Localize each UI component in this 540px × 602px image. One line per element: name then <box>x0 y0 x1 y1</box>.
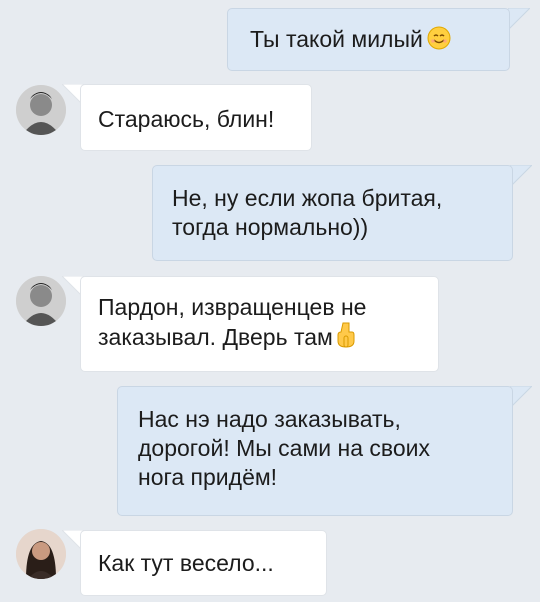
message-text: Не, ну если жопа бритая, тогда нормально… <box>172 185 443 240</box>
message-text: Стараюсь, блин! <box>98 106 275 132</box>
message-bubble: Пардон, извращенцев не заказывал. Дверь … <box>80 276 439 372</box>
bubble-tail <box>508 8 530 30</box>
message-text: Ты такой милый <box>250 26 423 52</box>
message-bubble: Ты такой милый <box>227 8 510 71</box>
message-bubble: Нас нэ надо заказывать, дорогой! Мы сами… <box>117 386 513 516</box>
bubble-tail <box>510 386 532 408</box>
bubble-tail <box>510 165 532 187</box>
avatar[interactable] <box>16 529 66 579</box>
female-avatar-icon <box>16 529 66 579</box>
avatar[interactable] <box>16 276 66 326</box>
message-bubble: Как тут весело... <box>80 530 327 596</box>
smiling-face-emoji <box>427 26 451 50</box>
message-text: Нас нэ надо заказывать, дорогой! Мы сами… <box>138 406 431 490</box>
male-avatar-icon <box>16 85 66 135</box>
message-bubble: Стараюсь, блин! <box>80 84 312 151</box>
message-text: Пардон, извращенцев не заказывал. Дверь … <box>98 294 367 350</box>
pointing-down-emoji <box>337 322 355 348</box>
avatar[interactable] <box>16 85 66 135</box>
message-text: Как тут весело... <box>98 550 274 576</box>
message-bubble: Не, ну если жопа бритая, тогда нормально… <box>152 165 513 261</box>
male-avatar-icon <box>16 276 66 326</box>
